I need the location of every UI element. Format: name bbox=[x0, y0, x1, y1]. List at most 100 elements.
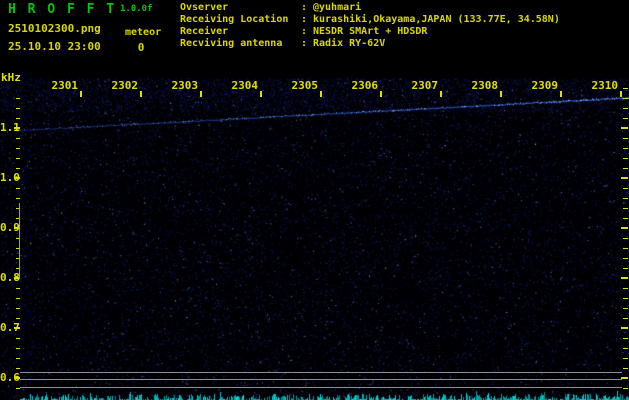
x-axis-tick bbox=[140, 91, 142, 97]
y-axis-right-minor-tick bbox=[623, 98, 628, 99]
y-axis-right-minor-tick bbox=[623, 238, 628, 239]
y-axis-right-minor-tick bbox=[623, 158, 628, 159]
y-axis-right-major-tick bbox=[621, 277, 628, 279]
y-axis-minor-tick bbox=[16, 358, 20, 359]
x-axis-tick-label: 2304 bbox=[231, 79, 259, 92]
y-axis-minor-tick bbox=[16, 158, 20, 159]
y-axis-major-tick bbox=[14, 127, 20, 129]
x-axis-tick bbox=[80, 91, 82, 97]
y-axis-minor-tick bbox=[16, 118, 20, 119]
info-separator: : bbox=[301, 14, 308, 25]
info-value: NESDR SMArt + HDSDR bbox=[313, 26, 428, 37]
y-axis-minor-tick bbox=[16, 348, 20, 349]
info-value: kurashiki,Okayama,JAPAN (133.77E, 34.58N… bbox=[313, 14, 560, 25]
y-axis-minor-tick bbox=[16, 108, 20, 109]
y-axis-tick-label: 1.0 bbox=[0, 171, 20, 184]
y-axis-right-minor-tick bbox=[623, 208, 628, 209]
y-axis-tick-label: 0.8 bbox=[0, 271, 20, 284]
y-axis-right-minor-tick bbox=[623, 218, 628, 219]
y-axis-right-minor-tick bbox=[623, 88, 628, 89]
y-axis-right-minor-tick bbox=[623, 388, 628, 389]
y-axis-minor-tick bbox=[16, 198, 20, 199]
info-label: Receiving Location bbox=[180, 14, 289, 25]
observation-timestamp: 25.10.10 23:00 bbox=[8, 40, 101, 53]
y-axis-major-tick bbox=[14, 177, 20, 179]
x-axis-tick-label: 2306 bbox=[351, 79, 379, 92]
y-axis-right-minor-tick bbox=[623, 148, 628, 149]
y-axis-minor-tick bbox=[16, 308, 20, 309]
info-row-location: Receiving Location: kurashiki,Okayama,JAP… bbox=[180, 14, 560, 26]
x-axis-tick bbox=[440, 91, 442, 97]
y-axis-tick-label: 0.6 bbox=[0, 371, 20, 384]
y-axis-right-minor-tick bbox=[623, 258, 628, 259]
y-axis-minor-tick bbox=[16, 388, 20, 389]
x-axis-tick bbox=[260, 91, 262, 97]
y-axis-right-major-tick bbox=[621, 177, 628, 179]
info-value: @yuhmari bbox=[313, 2, 362, 13]
x-axis-tick-label: 2310 bbox=[591, 79, 619, 92]
x-axis-tick bbox=[560, 91, 562, 97]
y-axis-minor-tick bbox=[16, 138, 20, 139]
x-axis-tick-label: 2301 bbox=[51, 79, 79, 92]
y-axis-minor-tick bbox=[16, 188, 20, 189]
y-axis-tick-label: 1.1 bbox=[0, 121, 20, 134]
y-axis-right-minor-tick bbox=[623, 368, 628, 369]
reference-line bbox=[20, 372, 622, 373]
info-row-observer: Ovserver: @yuhmari bbox=[180, 2, 560, 14]
info-separator: : bbox=[301, 38, 308, 49]
y-axis-right-minor-tick bbox=[623, 138, 628, 139]
x-axis-tick bbox=[500, 91, 502, 97]
y-axis-right-minor-tick bbox=[623, 248, 628, 249]
info-separator: : bbox=[301, 26, 308, 37]
y-axis-right-minor-tick bbox=[623, 198, 628, 199]
y-axis-minor-tick bbox=[16, 338, 20, 339]
reference-line bbox=[20, 379, 622, 380]
output-filename: 2510102300.png bbox=[8, 22, 101, 35]
info-row-antenna: Recviving antenna: Radix RY-62V bbox=[180, 38, 560, 50]
app-title: H R O F F T bbox=[8, 2, 117, 17]
x-axis-tick bbox=[200, 91, 202, 97]
y-axis-right-minor-tick bbox=[623, 348, 628, 349]
y-axis-unit-label: kHz bbox=[1, 71, 21, 84]
spectrogram-canvas bbox=[0, 78, 629, 400]
y-axis-minor-tick bbox=[16, 368, 20, 369]
y-axis-minor-tick bbox=[16, 298, 20, 299]
y-axis-right-minor-tick bbox=[623, 338, 628, 339]
info-label: Ovserver bbox=[180, 2, 229, 13]
y-axis-right-major-tick bbox=[621, 127, 628, 129]
y-axis-right-minor-tick bbox=[623, 358, 628, 359]
app-version: 1.0.0f bbox=[120, 4, 153, 14]
y-axis-right-minor-tick bbox=[623, 268, 628, 269]
info-label: Recviving antenna bbox=[180, 38, 283, 49]
y-axis-right-minor-tick bbox=[623, 188, 628, 189]
y-axis-right-major-tick bbox=[621, 377, 628, 379]
info-value: Radix RY-62V bbox=[313, 38, 386, 49]
x-axis-tick bbox=[620, 91, 622, 97]
y-axis-right-minor-tick bbox=[623, 118, 628, 119]
x-axis-tick bbox=[380, 91, 382, 97]
hrofft-window: H R O F F T 1.0.0f 2510102300.png meteor… bbox=[0, 0, 629, 400]
y-axis-right-minor-tick bbox=[623, 288, 628, 289]
y-axis-right-major-tick bbox=[621, 227, 628, 229]
y-axis-minor-tick bbox=[16, 288, 20, 289]
x-axis-tick-label: 2307 bbox=[411, 79, 439, 92]
y-axis-minor-tick bbox=[16, 148, 20, 149]
x-axis-tick-label: 2305 bbox=[291, 79, 319, 92]
x-axis-tick-label: 2302 bbox=[111, 79, 139, 92]
info-separator: : bbox=[301, 2, 308, 13]
meteor-count-label: meteor bbox=[125, 27, 162, 38]
y-axis-minor-tick bbox=[16, 98, 20, 99]
y-axis-minor-tick bbox=[16, 168, 20, 169]
x-axis-tick-label: 2308 bbox=[471, 79, 499, 92]
x-axis-tick-label: 2303 bbox=[171, 79, 199, 92]
y-axis-right-minor-tick bbox=[623, 318, 628, 319]
y-axis-minor-tick bbox=[16, 318, 20, 319]
info-label: Receiver bbox=[180, 26, 229, 37]
info-row-receiver: Receiver: NESDR SMArt + HDSDR bbox=[180, 26, 560, 38]
y-axis-right-major-tick bbox=[621, 327, 628, 329]
y-axis-right-minor-tick bbox=[623, 168, 628, 169]
station-info: Ovserver: @yuhmari Receiving Location: kur… bbox=[180, 2, 560, 50]
x-axis-tick-label: 2309 bbox=[531, 79, 559, 92]
y-axis-right-minor-tick bbox=[623, 298, 628, 299]
x-axis-tick bbox=[320, 91, 322, 97]
